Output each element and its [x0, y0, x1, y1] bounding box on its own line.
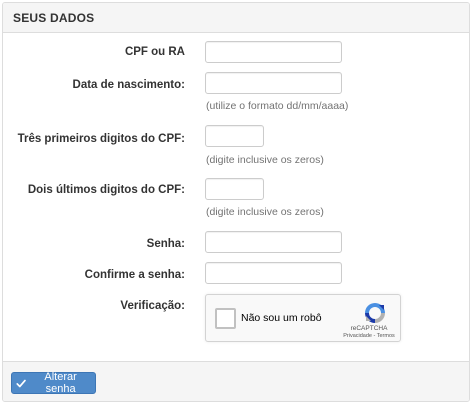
recaptcha-widget: Não sou um robô reCAPTCHA Privacidade - …: [205, 294, 401, 342]
password-label: Senha:: [146, 238, 185, 250]
confirm-password-label: Confirme a senha:: [84, 269, 185, 281]
recaptcha-checkbox[interactable]: [215, 308, 236, 329]
password-input[interactable]: [205, 231, 342, 253]
cpf-last-digits-label: Dois últimos digitos do CPF:: [27, 184, 185, 196]
panel-title: SEUS DADOS: [13, 11, 95, 25]
change-password-label: Alterar senha: [44, 371, 77, 395]
cpf-ra-label: CPF ou RA: [124, 46, 185, 58]
birth-date-label: Data de nascimento:: [72, 79, 185, 91]
verification-label: Verificação:: [120, 300, 185, 312]
recaptcha-label: Não sou um robô: [241, 312, 322, 324]
recaptcha-links[interactable]: Privacidade - Termos: [338, 333, 400, 339]
confirm-password-input[interactable]: [205, 262, 342, 284]
change-password-button[interactable]: Alterar senha: [11, 371, 96, 395]
check-icon: [16, 379, 26, 387]
cpf-first-digits-input[interactable]: [205, 125, 264, 147]
cpf-ra-input[interactable]: [205, 41, 342, 63]
panel-footer: Alterar senha: [3, 361, 469, 401]
cpf-first-digits-label: Três primeiros digitos do CPF:: [17, 133, 185, 145]
cpf-last-digits-input[interactable]: [205, 178, 264, 200]
birth-date-input[interactable]: [205, 72, 342, 94]
cpf-last-digits-help: (digite inclusive os zeros): [206, 206, 324, 218]
form-panel: SEUS DADOS CPF ou RA Data de nascimento:…: [2, 2, 470, 402]
cpf-first-digits-help: (digite inclusive os zeros): [206, 154, 324, 166]
recaptcha-logo-icon: [365, 303, 385, 323]
recaptcha-brand: reCAPTCHA: [350, 325, 388, 332]
panel-heading: SEUS DADOS: [3, 3, 469, 33]
birth-date-help: (utilize o formato dd/mm/aaaa): [206, 100, 349, 112]
